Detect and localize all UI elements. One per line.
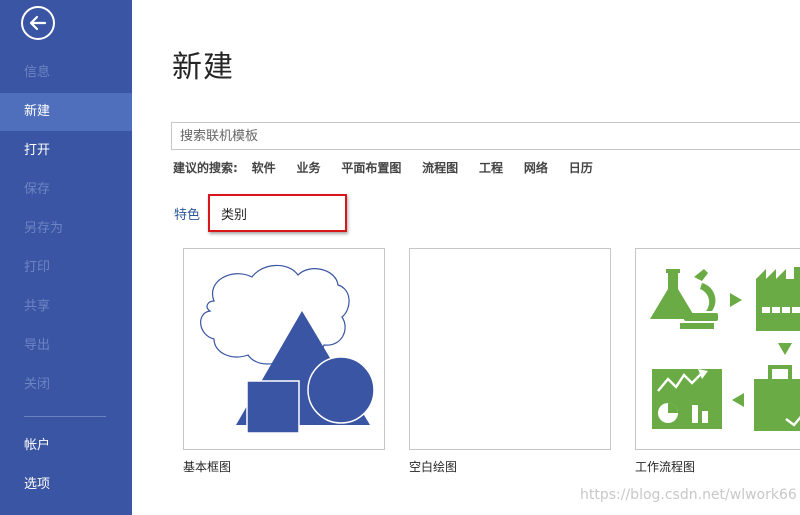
tab-featured[interactable]: 特色	[174, 204, 200, 223]
sidebar-item-save[interactable]: 保存	[0, 171, 132, 209]
suggested-search-link[interactable]: 网络	[524, 161, 548, 175]
back-arrow-icon	[29, 15, 47, 31]
highlight-annotation	[208, 194, 347, 232]
template-basic-diagram[interactable]	[183, 248, 385, 450]
workflow-icon	[650, 267, 800, 431]
template-blank-drawing[interactable]	[409, 248, 611, 450]
sidebar-item-export[interactable]: 导出	[0, 327, 132, 365]
back-button[interactable]	[21, 6, 55, 40]
watermark-text: https://blog.csdn.net/wlwork66	[580, 487, 797, 503]
sidebar-item-save-as[interactable]: 另存为	[0, 210, 132, 248]
backstage-sidebar: 信息 新建 打开 保存 另存为 打印 共享 导出 关闭 帐户 选项	[0, 0, 132, 515]
sidebar-item-new[interactable]: 新建	[0, 93, 132, 131]
suggested-search-link[interactable]: 软件	[252, 161, 276, 175]
basic-shapes-icon	[200, 264, 375, 434]
sidebar-item-open[interactable]: 打开	[0, 132, 132, 170]
search-box[interactable]	[171, 122, 800, 150]
suggested-search-link[interactable]: 工程	[479, 161, 503, 175]
factory-icon	[756, 267, 800, 331]
sidebar-divider	[24, 416, 106, 417]
sidebar-item-options[interactable]: 选项	[0, 466, 132, 504]
suggested-search-link[interactable]: 平面布置图	[341, 161, 401, 175]
template-workflow[interactable]	[635, 248, 800, 450]
suggested-search-link[interactable]: 业务	[296, 161, 320, 175]
suggested-searches-label: 建议的搜索:	[173, 161, 238, 175]
sidebar-item-account[interactable]: 帐户	[0, 427, 132, 465]
search-input[interactable]	[172, 123, 800, 149]
template-label: 工作流程图	[635, 460, 696, 474]
sidebar-item-print[interactable]: 打印	[0, 249, 132, 287]
template-label: 空白绘图	[409, 460, 458, 474]
lab-icon	[650, 269, 718, 329]
suggested-search-link[interactable]: 流程图	[422, 161, 458, 175]
sidebar-item-info[interactable]: 信息	[0, 54, 132, 92]
sidebar-item-close[interactable]: 关闭	[0, 366, 132, 404]
chart-board-icon	[652, 369, 722, 429]
briefcase-icon	[754, 365, 800, 431]
template-label: 基本框图	[183, 460, 232, 474]
page-title: 新建	[172, 50, 234, 85]
suggested-searches: 建议的搜索: 软件 业务 平面布置图 流程图 工程 网络 日历	[173, 159, 610, 177]
suggested-search-link[interactable]: 日历	[569, 161, 593, 175]
sidebar-item-share[interactable]: 共享	[0, 288, 132, 326]
